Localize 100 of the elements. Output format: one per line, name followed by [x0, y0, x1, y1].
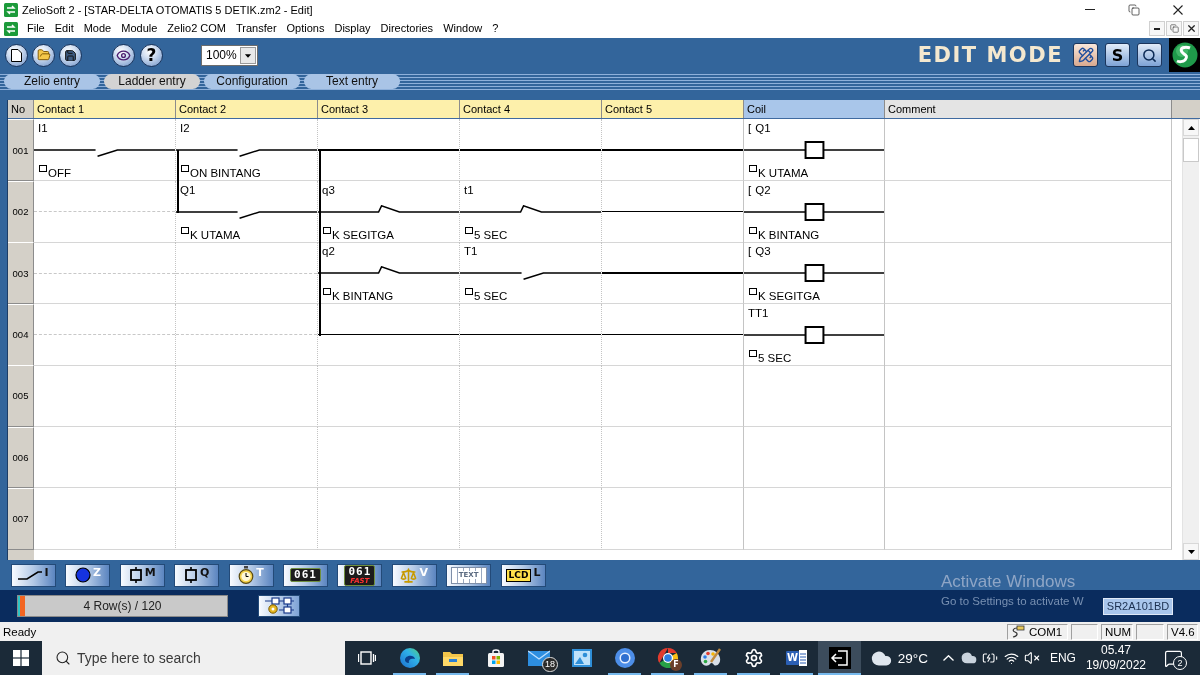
menu-item[interactable]: Options: [281, 19, 330, 38]
column-header: Coil: [744, 100, 885, 118]
entry-tab[interactable]: Zelio entry: [4, 73, 100, 89]
simulation-button[interactable]: S: [1105, 43, 1130, 67]
taskbar-app-button[interactable]: W: [775, 641, 818, 675]
comment-label: OFF: [48, 166, 71, 180]
status-panel: [1071, 623, 1098, 640]
close-button[interactable]: [1183, 21, 1199, 36]
menu-item[interactable]: ?: [487, 19, 504, 38]
entry-tab[interactable]: Text entry: [304, 73, 400, 89]
menu-item[interactable]: Transfer: [231, 19, 282, 38]
stopwatch-icon: [238, 566, 255, 584]
row-number: 005: [8, 365, 34, 427]
search-icon: [55, 650, 71, 666]
menu-item[interactable]: Zelio2 COM: [162, 19, 231, 38]
save-button[interactable]: [59, 43, 82, 67]
square-icon: [323, 226, 331, 234]
zoom-select[interactable]: 100%: [201, 44, 258, 66]
taskbar-app-button[interactable]: 18: [517, 641, 560, 675]
taskbar-app-button[interactable]: [818, 641, 861, 675]
task-view-icon: [357, 650, 376, 666]
language-indicator: ENG: [1049, 651, 1076, 665]
column-header: No: [8, 100, 34, 118]
restore-icon: [1169, 24, 1179, 33]
square-icon: [39, 165, 47, 172]
cloud-sync-icon: [961, 650, 978, 666]
square-icon: [465, 288, 473, 295]
coil-square-icon: [128, 567, 143, 583]
new-button[interactable]: [5, 43, 28, 67]
column-header: Contact 3: [318, 100, 460, 118]
lcd-label: LCD: [505, 568, 532, 582]
help-button[interactable]: ?: [140, 43, 163, 67]
folder-icon: [441, 649, 464, 667]
port-label: COM1: [1029, 625, 1063, 638]
round-browser-icon: [656, 647, 679, 669]
coil-square-icon: [184, 567, 198, 583]
chevron-up-icon: [942, 655, 954, 661]
rows-count-label: 4 Row(s) / 120: [83, 599, 162, 613]
eye-icon: [116, 47, 131, 63]
unread-count: 18: [542, 657, 558, 672]
menu-item[interactable]: Mode: [78, 19, 117, 38]
column-header: Contact 4: [460, 100, 602, 118]
menu-item[interactable]: Window: [438, 19, 488, 38]
comment-label: ON BINTANG: [190, 166, 261, 180]
activation-notice-title: Activate Windows: [941, 572, 1077, 592]
open-button[interactable]: [32, 43, 55, 67]
mode-title: EDIT MODE: [917, 43, 1063, 67]
edit-button[interactable]: [1073, 43, 1098, 67]
balance-scale-icon: [400, 566, 418, 584]
comment-label: K SEGITGA: [332, 227, 394, 242]
up-triangle-icon: [1187, 125, 1195, 130]
square-icon: [465, 226, 473, 234]
convert-button[interactable]: [258, 595, 300, 617]
notifications-button[interactable]: 2: [1154, 641, 1192, 675]
scrollbar-thumb[interactable]: [1183, 138, 1199, 162]
entry-tab[interactable]: Configuration: [204, 73, 300, 89]
pencil-ruler-icon: [1077, 47, 1094, 63]
battery-charging-icon: [982, 650, 999, 666]
function-palette-button[interactable]: 061: [282, 563, 328, 587]
menu-item[interactable]: File: [22, 19, 50, 38]
speaker-muted-icon: [1024, 650, 1041, 666]
minimize-icon: [1085, 9, 1095, 10]
scroll-up-button[interactable]: [1183, 119, 1199, 136]
taskbar-app-button[interactable]: F: [646, 641, 689, 675]
function-palette-button[interactable]: I: [11, 563, 56, 587]
comment-label: K UTAMA: [758, 166, 809, 180]
menu-item[interactable]: Display: [329, 19, 376, 38]
square-icon: [323, 288, 331, 295]
counter-digits: 061: [294, 569, 317, 581]
coil-function: [: [748, 183, 752, 197]
comment-label: K BINTANG: [758, 227, 820, 242]
status-panel: [1136, 623, 1164, 640]
square-icon: [749, 349, 757, 357]
close-icon: [1173, 4, 1183, 15]
menu-item[interactable]: Edit: [49, 19, 79, 38]
function-palette-button[interactable]: M: [119, 563, 165, 587]
speech-bubble-icon: [1163, 648, 1183, 668]
entry-tab[interactable]: Ladder entry: [104, 73, 200, 89]
scroll-down-button[interactable]: [1183, 543, 1199, 560]
menu-item[interactable]: Module: [116, 19, 163, 38]
search-field[interactable]: Type here to search: [42, 641, 345, 675]
menu-item[interactable]: Directories: [375, 19, 439, 38]
search-icon: [1142, 47, 1157, 63]
address-label: q3: [322, 183, 335, 197]
module-reference-label: SR2A101BD: [1103, 597, 1173, 615]
view-button[interactable]: [112, 43, 135, 67]
coil-function: [: [748, 122, 752, 135]
row-number: 003: [8, 242, 34, 304]
num-lock-indicator: NUM: [1101, 623, 1133, 640]
comment-label: K UTAMA: [190, 227, 241, 242]
search-button[interactable]: [1137, 43, 1162, 67]
square-icon: [749, 165, 757, 172]
swirl-browser-icon: [398, 647, 421, 669]
clock-time: 05.47: [1100, 643, 1131, 658]
column-header: Contact 1: [34, 100, 176, 118]
address-label: Q2: [755, 183, 771, 197]
version-label: V4.6: [1167, 623, 1198, 640]
minimize-button[interactable]: [1149, 21, 1165, 36]
function-palette-button[interactable]: Q: [174, 563, 220, 587]
function-palette-button[interactable]: LCD L: [500, 563, 546, 587]
